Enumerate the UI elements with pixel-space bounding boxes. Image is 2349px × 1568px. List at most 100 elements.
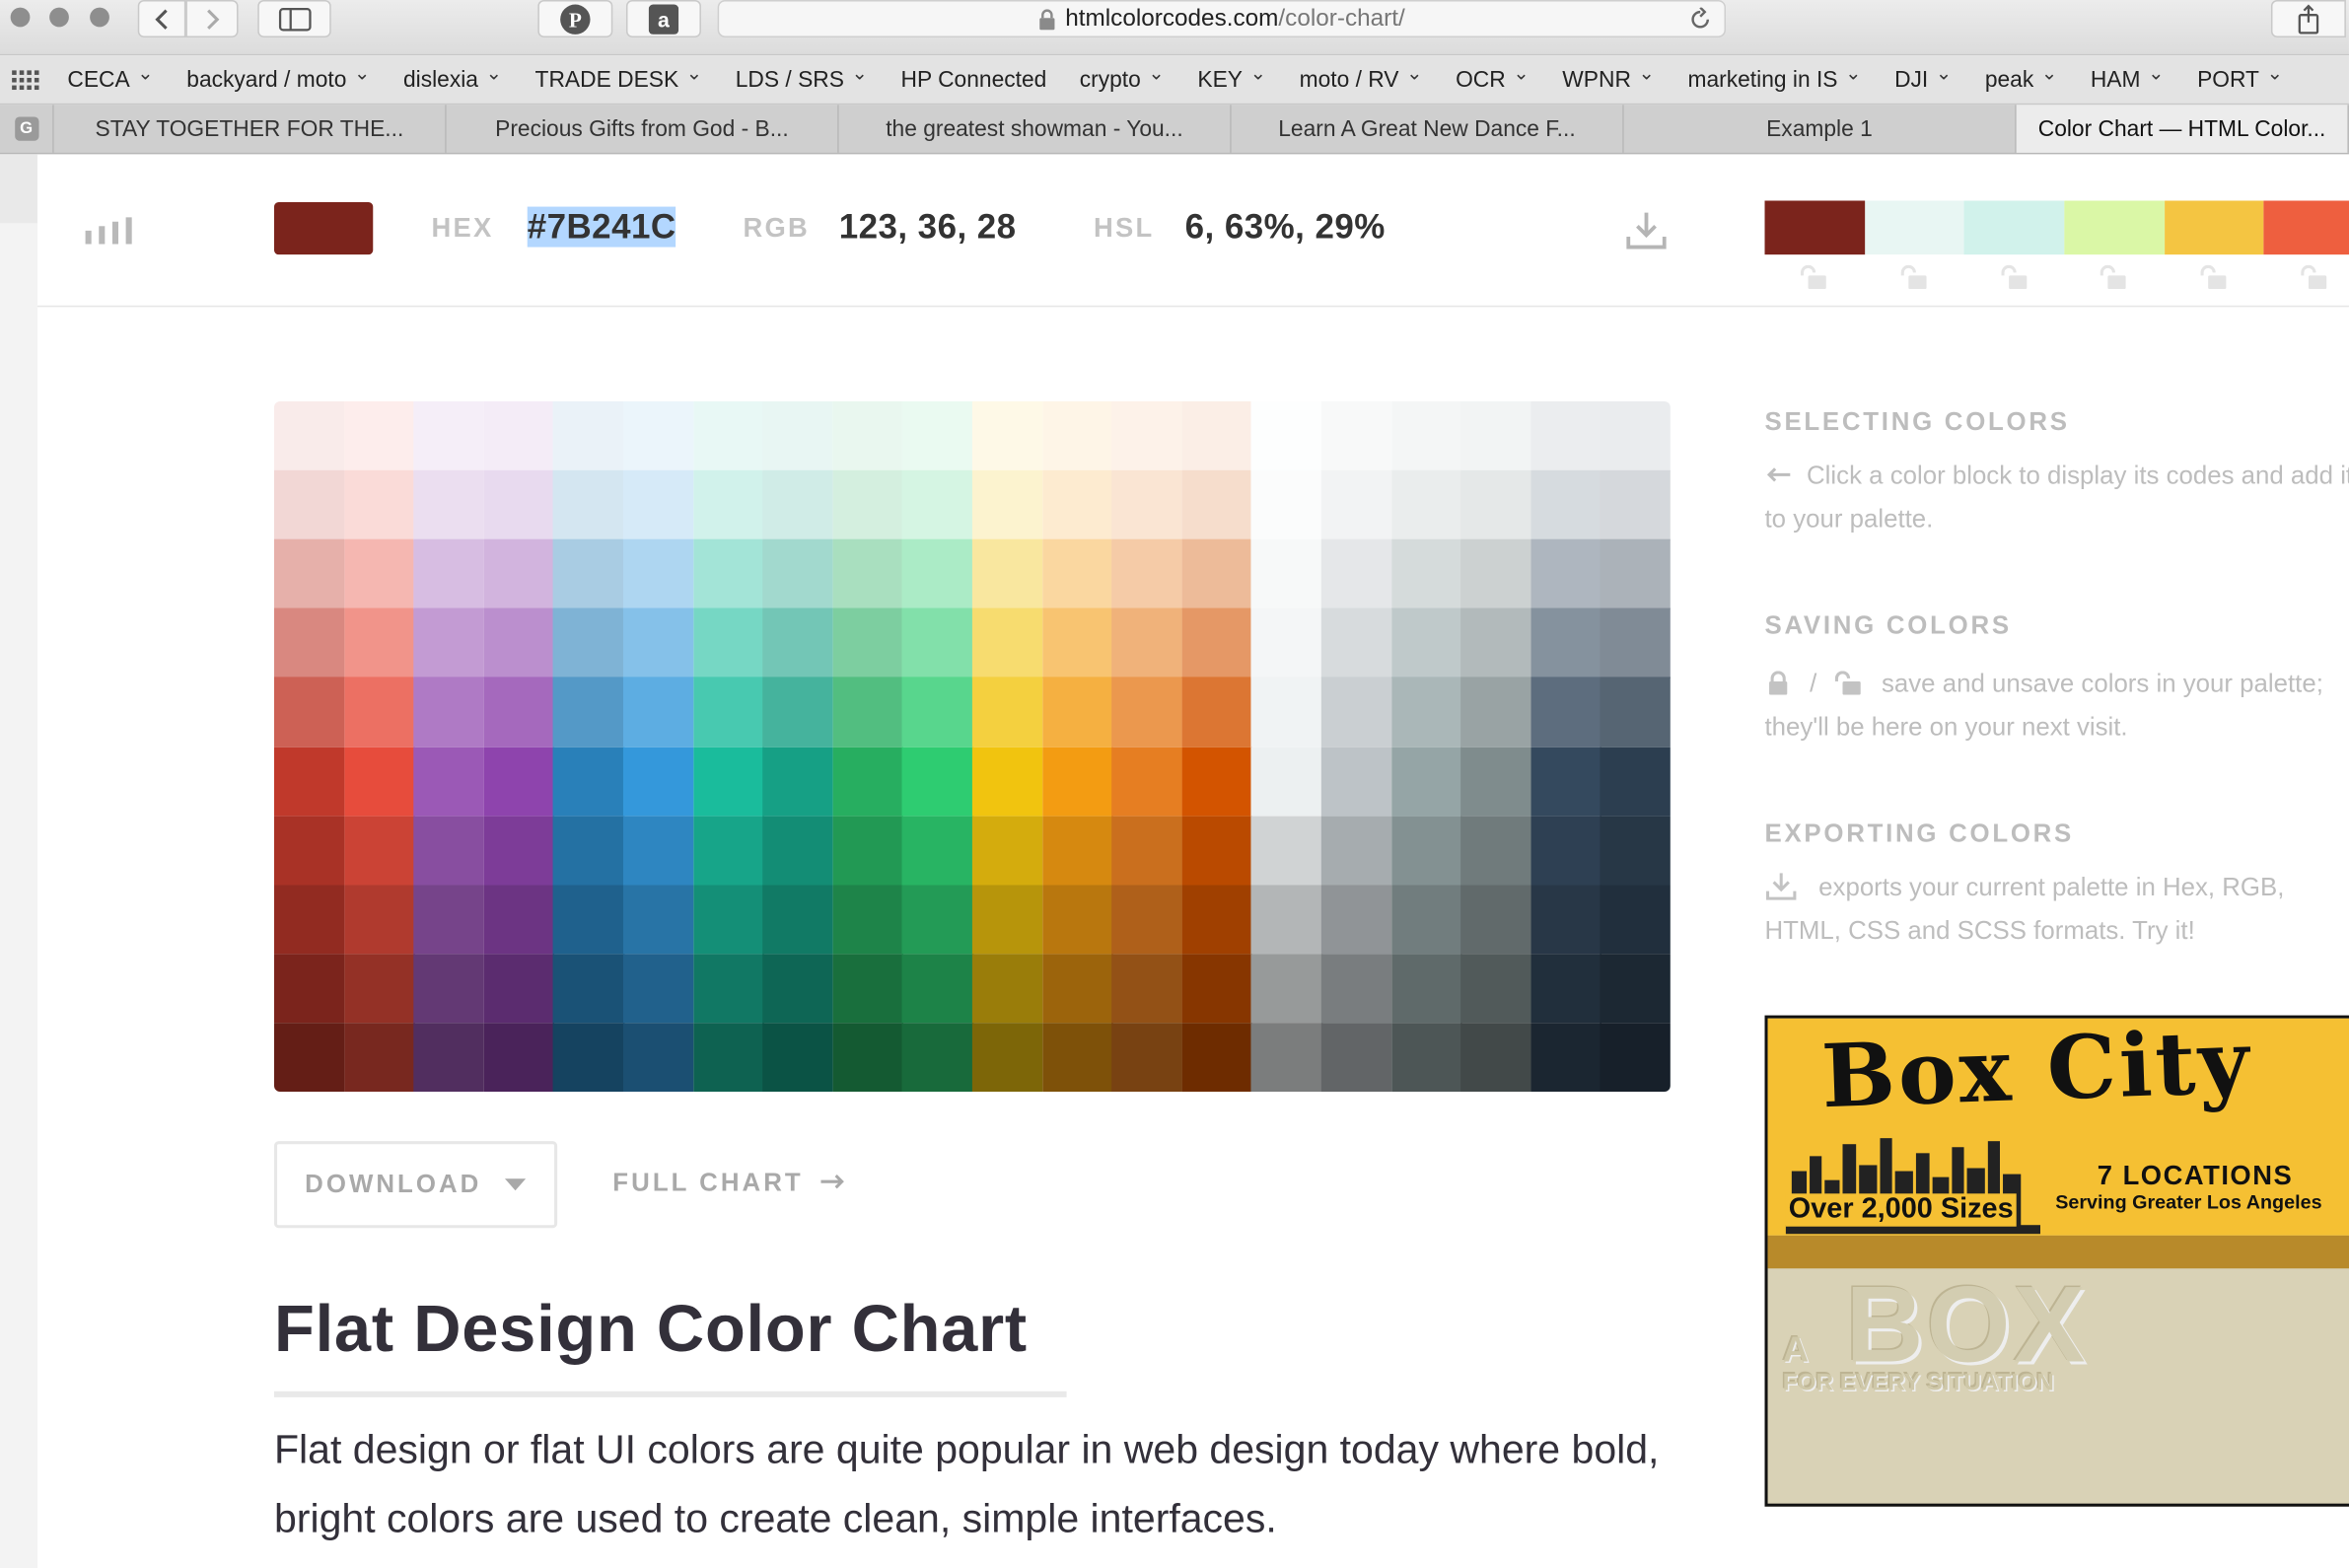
color-cell[interactable] <box>1320 885 1392 955</box>
color-cell[interactable] <box>1320 677 1392 748</box>
color-cell[interactable] <box>1390 1023 1462 1093</box>
color-cell[interactable] <box>622 469 694 540</box>
color-cell[interactable] <box>692 608 764 678</box>
bookmark-14[interactable]: HAM ⌄ <box>2074 61 2180 92</box>
color-cell[interactable] <box>902 885 973 955</box>
color-cell[interactable] <box>1111 747 1183 817</box>
browser-tab-0[interactable]: STAY TOGETHER FOR THE... <box>54 105 447 153</box>
palette-swatch[interactable] <box>1964 200 2065 255</box>
color-cell[interactable] <box>832 400 903 471</box>
unlock-icon[interactable] <box>2165 264 2264 292</box>
amazon-extension-button[interactable]: a <box>625 0 701 37</box>
color-cell[interactable] <box>1530 885 1602 955</box>
color-cell[interactable] <box>1320 538 1392 609</box>
bookmark-9[interactable]: OCR ⌄ <box>1439 61 1545 92</box>
color-cell[interactable] <box>273 954 345 1024</box>
color-cell[interactable] <box>1600 538 1671 609</box>
unlock-icon[interactable] <box>1764 264 1864 292</box>
color-cell[interactable] <box>1600 677 1671 748</box>
color-cell[interactable] <box>1530 400 1602 471</box>
color-cell[interactable] <box>1600 469 1671 540</box>
color-cell[interactable] <box>1530 469 1602 540</box>
color-cell[interactable] <box>1041 954 1113 1024</box>
color-cell[interactable] <box>1320 816 1392 886</box>
color-cell[interactable] <box>413 885 485 955</box>
color-cell[interactable] <box>902 400 973 471</box>
unlock-icon[interactable] <box>1964 264 2064 292</box>
palette-swatch[interactable] <box>2263 200 2349 255</box>
color-cell[interactable] <box>1111 954 1183 1024</box>
color-cell[interactable] <box>762 816 834 886</box>
color-cell[interactable] <box>343 885 415 955</box>
color-cell[interactable] <box>483 1023 555 1093</box>
color-cell[interactable] <box>1320 747 1392 817</box>
color-cell[interactable] <box>971 400 1043 471</box>
color-cell[interactable] <box>343 538 415 609</box>
color-cell[interactable] <box>902 677 973 748</box>
color-cell[interactable] <box>1460 816 1532 886</box>
color-cell[interactable] <box>413 400 485 471</box>
color-cell[interactable] <box>553 677 624 748</box>
color-cell[interactable] <box>553 469 624 540</box>
zoom-window-button[interactable] <box>90 7 109 28</box>
color-cell[interactable] <box>692 816 764 886</box>
color-cell[interactable] <box>692 954 764 1024</box>
color-cell[interactable] <box>1041 816 1113 886</box>
color-cell[interactable] <box>413 747 485 817</box>
color-cell[interactable] <box>1111 885 1183 955</box>
color-cell[interactable] <box>622 816 694 886</box>
address-bar[interactable]: htmlcolorcodes.com/color-chart/ <box>717 0 1727 37</box>
color-cell[interactable] <box>1041 400 1113 471</box>
sidebar-toggle-button[interactable] <box>257 0 331 37</box>
color-cell[interactable] <box>1600 400 1671 471</box>
color-cell[interactable] <box>413 677 485 748</box>
color-cell[interactable] <box>1181 885 1252 955</box>
color-cell[interactable] <box>1530 816 1602 886</box>
color-cell[interactable] <box>971 677 1043 748</box>
color-cell[interactable] <box>1390 469 1462 540</box>
color-cell[interactable] <box>1111 1023 1183 1093</box>
color-cell[interactable] <box>1460 747 1532 817</box>
bookmark-12[interactable]: DJI ⌄ <box>1878 61 1968 92</box>
color-cell[interactable] <box>483 885 555 955</box>
color-cell[interactable] <box>273 538 345 609</box>
color-cell[interactable] <box>1111 469 1183 540</box>
bar-chart-icon[interactable] <box>84 217 135 245</box>
color-cell[interactable] <box>1181 1023 1252 1093</box>
color-cell[interactable] <box>1320 1023 1392 1093</box>
color-cell[interactable] <box>343 1023 415 1093</box>
color-cell[interactable] <box>902 469 973 540</box>
color-cell[interactable] <box>902 816 973 886</box>
color-cell[interactable] <box>1181 816 1252 886</box>
color-cell[interactable] <box>1390 747 1462 817</box>
color-cell[interactable] <box>483 469 555 540</box>
color-cell[interactable] <box>343 816 415 886</box>
color-cell[interactable] <box>622 747 694 817</box>
browser-tab-4[interactable]: Example 1 <box>1624 105 2017 153</box>
color-cell[interactable] <box>971 469 1043 540</box>
palette-swatch[interactable] <box>2064 200 2165 255</box>
color-cell[interactable] <box>1251 747 1322 817</box>
hsl-value[interactable]: 6, 63%, 29% <box>1185 207 1386 248</box>
color-cell[interactable] <box>902 608 973 678</box>
color-cell[interactable] <box>553 1023 624 1093</box>
color-cell[interactable] <box>1181 954 1252 1024</box>
color-cell[interactable] <box>692 469 764 540</box>
bookmark-15[interactable]: PORT ⌄ <box>2180 61 2299 92</box>
color-cell[interactable] <box>1111 677 1183 748</box>
color-cell[interactable] <box>1251 400 1322 471</box>
color-cell[interactable] <box>483 677 555 748</box>
color-cell[interactable] <box>692 885 764 955</box>
color-cell[interactable] <box>1600 954 1671 1024</box>
color-cell[interactable] <box>553 538 624 609</box>
color-cell[interactable] <box>692 538 764 609</box>
download-button[interactable]: DOWNLOAD <box>273 1141 558 1229</box>
color-cell[interactable] <box>1390 816 1462 886</box>
bookmark-13[interactable]: peak ⌄ <box>1968 61 2074 92</box>
color-cell[interactable] <box>971 747 1043 817</box>
color-cell[interactable] <box>1390 608 1462 678</box>
browser-tab-3[interactable]: Learn A Great New Dance F... <box>1232 105 1624 153</box>
color-cell[interactable] <box>413 469 485 540</box>
color-cell[interactable] <box>1390 885 1462 955</box>
color-cell[interactable] <box>1320 954 1392 1024</box>
